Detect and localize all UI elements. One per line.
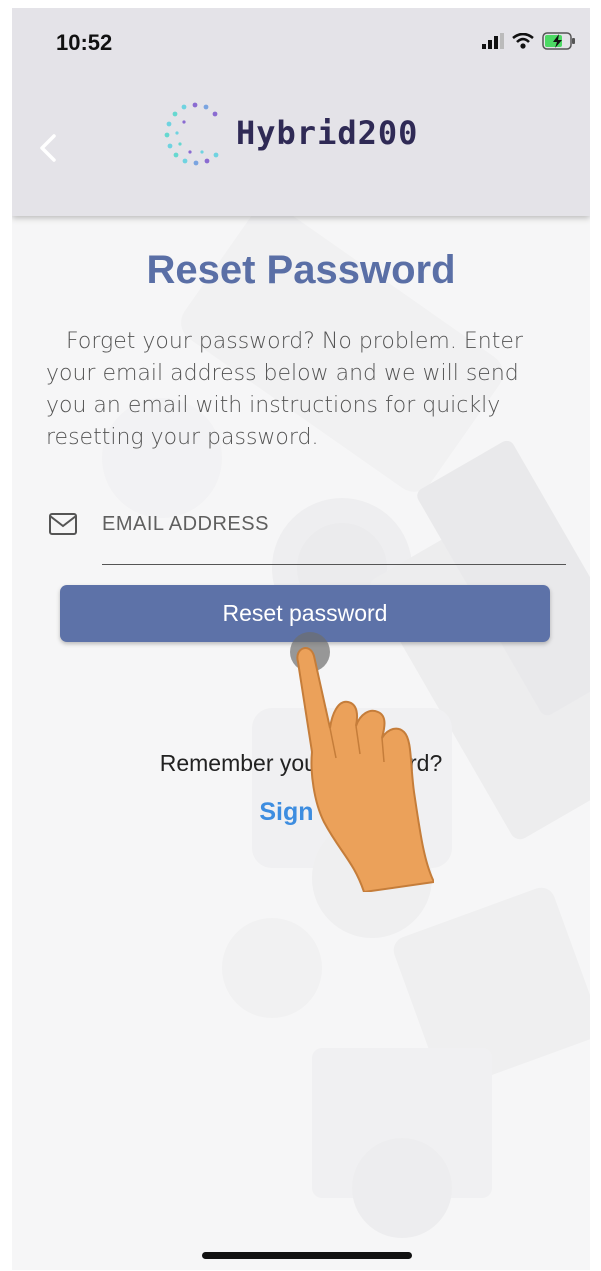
status-bar: 10:52: [12, 8, 590, 78]
logo-dots-icon: [164, 102, 219, 166]
page-description: Forget your password? No problem. Enter …: [46, 329, 523, 450]
battery-charging-icon: [542, 32, 575, 50]
status-time: 10:52: [56, 30, 113, 55]
app-logo: Hybrid200: [162, 100, 418, 166]
email-input[interactable]: [102, 504, 564, 544]
logo-text: Hybrid200: [236, 114, 419, 152]
wifi-icon: [512, 33, 534, 49]
page-title: Reset Password: [146, 248, 456, 292]
email-field-group: [46, 504, 566, 566]
chevron-left-icon[interactable]: [34, 128, 64, 168]
hand-pointer-icon: [296, 647, 434, 892]
home-indicator: [202, 1252, 412, 1259]
status-icons: [482, 32, 576, 50]
signal-icon: [482, 33, 504, 49]
mail-icon: [49, 513, 77, 535]
app-screen: 10:52 Hybrid200 Reset Password Forget yo…: [12, 8, 590, 1270]
app-header: 10:52 Hybrid200: [12, 8, 590, 216]
email-underline: [102, 564, 566, 565]
